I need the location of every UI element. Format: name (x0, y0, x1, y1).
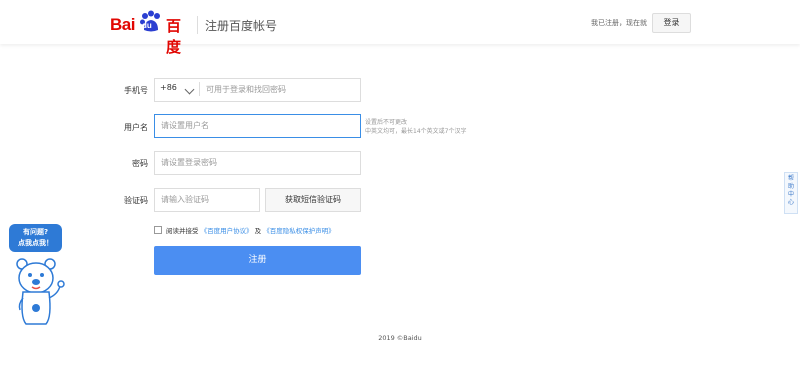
privacy-link[interactable]: 《百度隐私权保护声明》 (263, 227, 335, 235)
captcha-input[interactable]: 请输入验证码 (154, 188, 260, 212)
logo-du: du (142, 21, 152, 30)
help-center-char-4: 心 (787, 199, 794, 206)
help-center-char-1: 帮 (787, 175, 794, 182)
captcha-placeholder: 请输入验证码 (161, 195, 209, 204)
country-code-divider (199, 82, 200, 96)
login-button[interactable]: 登录 (652, 13, 691, 33)
captcha-label: 验证码 (124, 196, 148, 205)
footer-copyright: 2019 ©Baidu (378, 334, 422, 342)
username-hint-line2: 中英文均可，最长14个英文或7个汉字 (365, 128, 467, 135)
password-label: 密码 (132, 159, 148, 168)
agreement-prefix: 阅读并接受 (166, 227, 199, 235)
password-input[interactable]: 请设置登录密码 (154, 151, 361, 175)
help-center-tab[interactable]: 帮 助 中 心 (784, 172, 798, 214)
page-title: 注册百度帐号 (205, 19, 278, 33)
country-code-select[interactable]: +86 (160, 83, 177, 92)
logo-text: Bai (110, 15, 135, 34)
agreement-text: 阅读并接受 《百度用户协议》 及 《百度隐私权保护声明》 (166, 225, 335, 235)
username-placeholder: 请设置用户名 (161, 121, 209, 130)
already-registered-text: 我已注册，现在就 (591, 19, 647, 27)
help-center-char-2: 助 (787, 183, 794, 190)
top-header: Bai du 百度 注册百度帐号 我已注册，现在就 登录 (0, 0, 800, 56)
username-input[interactable]: 请设置用户名 (154, 114, 361, 138)
logo-cn: 百度 (166, 17, 182, 56)
agreement-and: 及 (254, 227, 262, 235)
header-divider (197, 16, 198, 34)
password-placeholder: 请设置登录密码 (161, 158, 217, 167)
user-agreement-link[interactable]: 《百度用户协议》 (201, 227, 253, 235)
phone-placeholder: 可用于登录和找回密码 (206, 85, 286, 94)
help-center-char-3: 中 (787, 191, 794, 198)
username-label: 用户名 (124, 123, 148, 132)
help-bubble-line2: 点我点我！ (18, 239, 53, 247)
get-sms-code-button[interactable]: 获取短信验证码 (265, 188, 361, 212)
agree-checkbox[interactable] (154, 226, 162, 234)
register-button[interactable]: 注册 (154, 246, 361, 275)
username-hint-line1: 设置后不可更改 (365, 119, 408, 126)
help-bubble-line1: 有问题? (22, 228, 49, 236)
help-bubble[interactable]: 有问题? 点我点我！ (9, 224, 62, 252)
baidu-logo[interactable]: Bai du 百度 (110, 10, 190, 56)
phone-label: 手机号 (124, 86, 148, 95)
